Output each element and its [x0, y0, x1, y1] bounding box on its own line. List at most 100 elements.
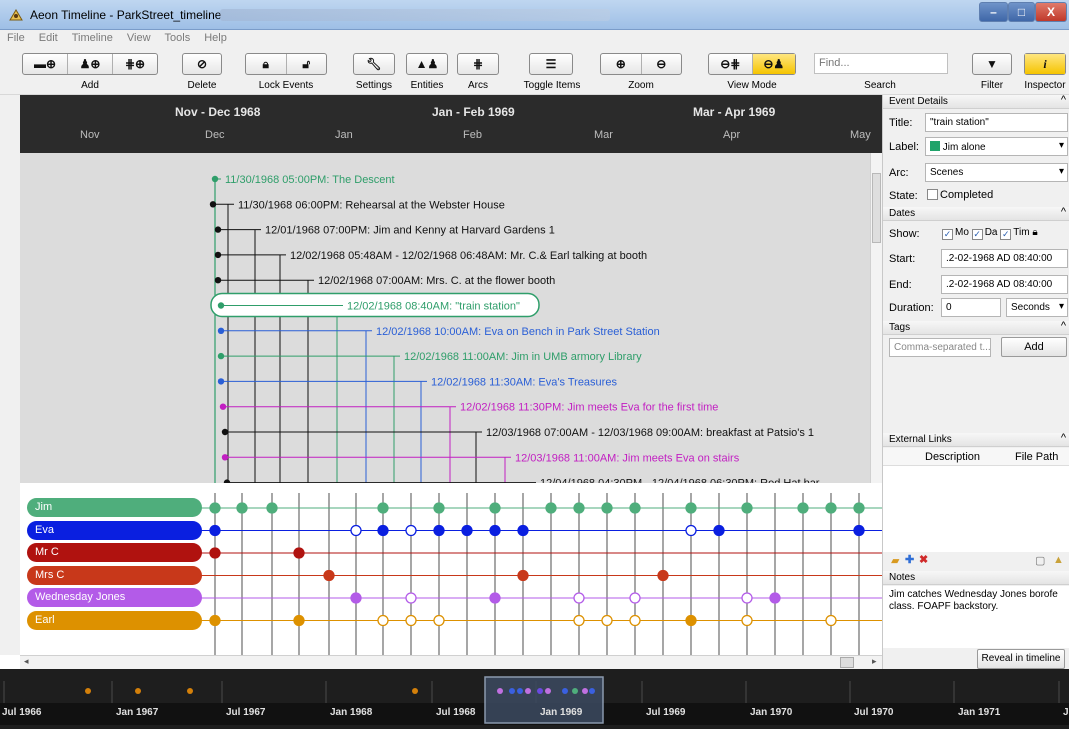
external-links-header[interactable]: External Links ^ — [883, 432, 1069, 447]
event-title[interactable]: 12/02/1968 11:30AM: Eva's Treasures — [431, 376, 617, 388]
completed-checkbox[interactable]: Completed — [927, 189, 993, 201]
entity-event-marker[interactable] — [685, 614, 697, 627]
add-arc-button[interactable]: ⋕⊕ — [113, 54, 157, 74]
show-time-checkbox[interactable]: ✓ Tim — [1000, 227, 1030, 240]
dates-header[interactable]: Dates ^ — [883, 206, 1069, 221]
entity-event-marker[interactable] — [209, 502, 221, 514]
entity-event-marker[interactable] — [629, 614, 641, 627]
event-dot[interactable] — [219, 403, 227, 410]
timeline-mode-icon[interactable]: ⊖⋕ — [709, 54, 753, 74]
entity-event-marker[interactable] — [209, 547, 221, 559]
event-title[interactable]: 11/30/1968 05:00PM: The Descent — [225, 174, 395, 186]
entity-event-marker[interactable] — [266, 502, 278, 514]
entity-event-marker[interactable] — [629, 592, 641, 604]
scroll-right-icon[interactable]: ▸ — [872, 656, 877, 667]
event-dot[interactable] — [211, 175, 219, 183]
entity-event-marker[interactable] — [517, 524, 529, 537]
entity-event-marker[interactable] — [797, 502, 809, 514]
maximize-button[interactable]: □ — [1008, 2, 1035, 22]
entity-event-marker[interactable] — [433, 614, 445, 627]
duration-unit-select[interactable]: Seconds ▾ — [1006, 298, 1068, 317]
preview-icon[interactable]: ▢ — [1035, 554, 1045, 567]
event-dot[interactable] — [214, 251, 222, 259]
entity-chip[interactable]: Wednesday Jones — [27, 588, 202, 607]
entity-event-marker[interactable] — [377, 502, 389, 514]
entity-event-marker[interactable] — [323, 569, 335, 582]
entity-event-marker[interactable] — [685, 524, 697, 537]
horizontal-scrollbar[interactable]: ◂ ▸ — [20, 655, 882, 669]
entities-button[interactable]: ▲♟ — [406, 53, 448, 75]
entity-event-marker[interactable] — [629, 502, 641, 514]
event-details-header[interactable]: Event Details ^ — [883, 94, 1069, 109]
entity-event-marker[interactable] — [350, 592, 362, 604]
arcs-button[interactable]: ⋕ — [457, 53, 499, 75]
add-link-icon[interactable]: ✚ — [905, 553, 914, 566]
minimize-button[interactable]: – — [979, 2, 1008, 22]
event-dot[interactable] — [221, 454, 229, 461]
menu-view[interactable]: View — [120, 30, 158, 44]
settings-button[interactable]: 🔧︎ — [353, 53, 395, 75]
entity-event-marker[interactable] — [293, 547, 305, 559]
duration-field[interactable]: 0 — [941, 298, 1001, 317]
filter-button[interactable]: ▼ — [972, 53, 1012, 75]
event-title[interactable]: 12/03/1968 11:00AM: Jim meets Eva on sta… — [515, 452, 740, 464]
entity-event-marker[interactable] — [489, 502, 501, 514]
entity-event-marker[interactable] — [713, 524, 725, 537]
entity-event-marker[interactable] — [236, 502, 248, 514]
entity-chip[interactable]: Mr C — [27, 543, 202, 562]
event-title[interactable]: 12/02/1968 07:00AM: Mrs. C. at the flowe… — [318, 275, 555, 287]
title-field[interactable]: "train station" — [925, 113, 1068, 132]
menu-help[interactable]: Help — [197, 30, 234, 44]
entity-event-marker[interactable] — [657, 569, 669, 582]
entity-event-marker[interactable] — [405, 614, 417, 627]
entity-event-marker[interactable] — [545, 502, 557, 514]
collapse-icon[interactable]: ^ — [1061, 320, 1066, 333]
start-date-field[interactable]: .2-02-1968 AD 08:40:00 — [941, 249, 1068, 268]
event-dot[interactable] — [214, 226, 222, 233]
zoom-out-icon[interactable]: ⊖ — [642, 54, 682, 74]
entity-event-marker[interactable] — [741, 502, 753, 514]
show-day-checkbox[interactable]: ✓ Da — [971, 227, 997, 240]
end-date-field[interactable]: .2-02-1968 AD 08:40:00 — [941, 275, 1068, 294]
event-dot[interactable] — [217, 327, 225, 334]
event-dot[interactable] — [221, 428, 229, 436]
scroll-thumb[interactable] — [840, 657, 854, 668]
menu-timeline[interactable]: Timeline — [65, 30, 120, 44]
entity-event-marker[interactable] — [601, 502, 613, 514]
entity-event-marker[interactable] — [741, 592, 753, 604]
show-month-checkbox[interactable]: ✓ Mo — [942, 227, 969, 240]
folder-icon[interactable]: ▰ — [891, 554, 899, 567]
entity-event-marker[interactable] — [825, 502, 837, 514]
collapse-icon[interactable]: ^ — [1061, 432, 1066, 445]
entity-chip[interactable]: Jim — [27, 498, 202, 517]
event-dot[interactable] — [217, 352, 225, 360]
event-title[interactable]: 12/02/1968 11:30PM: Jim meets Eva for th… — [460, 402, 718, 414]
entity-event-marker[interactable] — [685, 502, 697, 514]
lock-icon[interactable]: 🔒︎ — [246, 54, 287, 74]
entity-event-marker[interactable] — [825, 614, 837, 627]
add-event-button[interactable]: ▬⊕ — [23, 54, 68, 74]
event-title[interactable]: 11/30/1968 06:00PM: Rehearsal at the Web… — [238, 199, 505, 211]
entity-event-marker[interactable] — [433, 524, 445, 537]
entity-event-marker[interactable] — [209, 614, 221, 627]
search-input[interactable]: Find... — [814, 53, 948, 74]
delete-button[interactable]: ⊘ — [182, 53, 222, 75]
event-title[interactable]: 12/02/1968 05:48AM - 12/02/1968 06:48AM:… — [290, 250, 647, 262]
add-entity-button[interactable]: ♟⊕ — [68, 54, 113, 74]
tags-header[interactable]: Tags ^ — [883, 320, 1069, 335]
entity-event-marker[interactable] — [209, 524, 221, 537]
collapse-icon[interactable]: ^ — [1061, 94, 1066, 107]
entity-chip[interactable]: Earl — [27, 610, 202, 630]
event-title[interactable]: 12/02/1968 08:40AM: "train station" — [347, 301, 520, 313]
open-link-icon[interactable]: ▲ — [1053, 554, 1064, 566]
entity-mode-icon[interactable]: ⊖♟ — [752, 54, 795, 74]
event-title[interactable]: 12/03/1968 07:00AM - 12/03/1968 09:00AM:… — [486, 427, 814, 439]
remove-link-icon[interactable]: ✖ — [919, 553, 928, 566]
entity-event-marker[interactable] — [741, 614, 753, 627]
menu-file[interactable]: File — [0, 30, 32, 44]
event-dot[interactable] — [217, 302, 225, 309]
entity-event-marker[interactable] — [489, 524, 501, 537]
entity-chip[interactable]: Eva — [27, 520, 202, 540]
entity-event-marker[interactable] — [517, 569, 529, 582]
collapse-icon[interactable]: ^ — [1061, 206, 1066, 219]
